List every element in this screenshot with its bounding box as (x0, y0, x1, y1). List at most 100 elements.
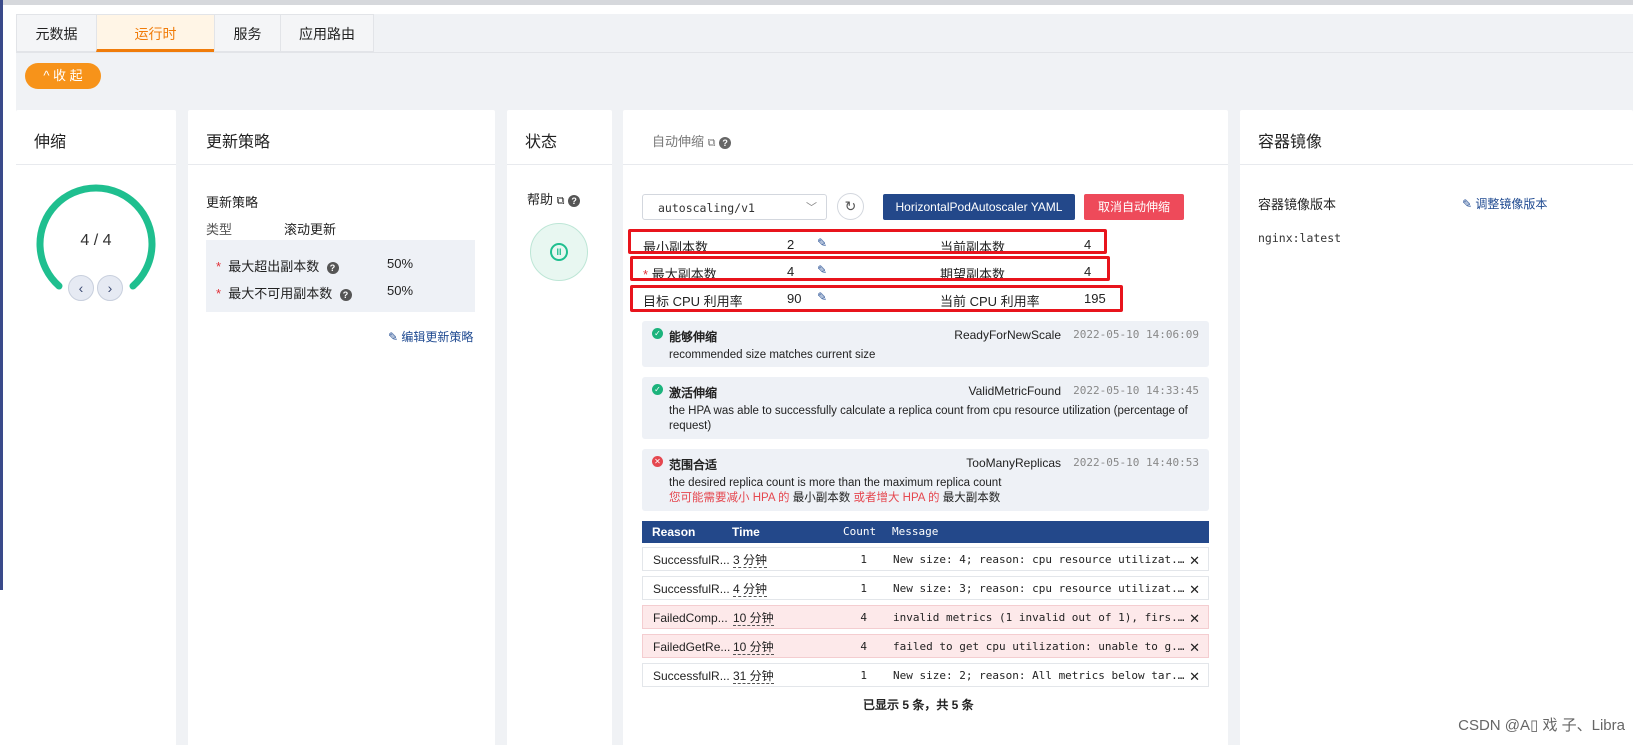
tab-app-route[interactable]: 应用路由 (280, 14, 374, 52)
watermark: CSDN @A▯ 戏 子、Libra (1458, 717, 1625, 734)
external-link-icon[interactable]: ⧉ (708, 137, 716, 149)
condition-reason: TooManyReplicas (966, 456, 1061, 470)
image-title: 容器镜像 (1258, 134, 1323, 151)
chevron-down-icon: ﹀ (806, 202, 817, 214)
event-count: 4 (860, 640, 867, 653)
pencil-icon: ✎ (388, 330, 399, 344)
type-label: 类型 (206, 222, 233, 237)
event-reason: SuccessfulR... (653, 669, 730, 683)
autoscale-title-text: 自动伸缩 (652, 134, 705, 149)
status-divider (507, 164, 612, 165)
highlight-box (630, 256, 1110, 281)
close-icon[interactable]: ✕ (1189, 553, 1200, 569)
refresh-icon[interactable]: ↻ (837, 193, 864, 220)
chevron-left-icon[interactable]: ‹ (68, 275, 94, 301)
required-mark: * (216, 259, 222, 274)
condition-card: ✓ 能够伸缩 ReadyForNewScale 2022-05-10 14:06… (642, 321, 1209, 367)
tab-bar: 元数据 运行时 服务 应用路由 (16, 14, 374, 52)
event-message: New size: 2; reason: All metrics below t… (893, 669, 1185, 682)
event-time: 10 分钟 (733, 612, 774, 626)
condition-card: ✓ 激活伸缩 ValidMetricFound 2022-05-10 14:33… (642, 377, 1209, 439)
max-surge-value: 50% (387, 256, 414, 271)
header-count: Count (843, 525, 877, 538)
condition-message: the HPA was able to successfully calcula… (669, 405, 1188, 432)
table-row: SuccessfulR... 3 分钟 1 New size: 4; reaso… (642, 547, 1209, 571)
strategy-params-box: * 最大超出副本数 ? 50% * 最大不可用副本数 ? 50% (206, 240, 475, 312)
event-time: 31 分钟 (733, 670, 774, 684)
image-version-label: 容器镜像版本 (1258, 197, 1337, 212)
close-icon[interactable]: ✕ (1189, 611, 1200, 627)
max-surge-label: * 最大超出副本数 ? (216, 256, 339, 275)
hpa-yaml-button[interactable]: HorizontalPodAutoscaler YAML (883, 194, 1075, 220)
max-unavailable-label: * 最大不可用副本数 ? (216, 283, 352, 302)
max-surge-text: 最大超出副本数 (228, 259, 320, 274)
close-icon[interactable]: ✕ (1189, 582, 1200, 598)
help-icon[interactable]: ? (568, 194, 581, 207)
container-image-card: 容器镜像 容器镜像版本 ✎ 调整镜像版本 nginx:latest (1240, 110, 1633, 750)
header-reason: Reason (652, 525, 696, 539)
replica-count: 4 / 4 (80, 232, 112, 249)
pencil-icon: ✎ (1462, 197, 1473, 211)
table-row: FailedComp... 10 分钟 4 invalid metrics (1… (642, 605, 1209, 629)
condition-message-text: the desired replica count is more than t… (669, 477, 1002, 489)
event-count: 1 (860, 669, 867, 682)
adjust-image-link[interactable]: ✎ 调整镜像版本 (1462, 195, 1547, 212)
edit-strategy-link[interactable]: ✎ 编辑更新策略 (388, 328, 473, 345)
hint-text: 最小副本数 (792, 492, 851, 504)
tab-service[interactable]: 服务 (214, 14, 280, 52)
event-time: 3 分钟 (733, 554, 768, 568)
events-footer: 已显示 5 条，共 5 条 (863, 698, 974, 712)
left-edge-bar (0, 0, 3, 590)
event-time: 10 分钟 (733, 641, 774, 655)
tabs-divider (16, 52, 1633, 53)
collapse-button[interactable]: ^ 收 起 (25, 63, 101, 89)
event-reason: SuccessfulR... (653, 582, 730, 596)
scale-title: 伸缩 (34, 134, 67, 151)
event-message: New size: 3; reason: cpu resource utiliz… (893, 582, 1185, 595)
image-divider (1240, 164, 1633, 165)
status-title: 状态 (525, 134, 558, 151)
close-icon[interactable]: ✕ (1189, 669, 1200, 685)
condition-time: 2022-05-10 14:33:45 (1073, 384, 1199, 397)
hint-text: 您可能需要减小 HPA 的 (669, 492, 790, 504)
condition-card: ✕ 范围合适 TooManyReplicas 2022-05-10 14:40:… (642, 449, 1209, 511)
top-border (0, 0, 1633, 5)
condition-hint: 您可能需要减小 HPA 的 最小副本数 或者增大 HPA 的 最大副本数 (669, 491, 1195, 506)
help-icon[interactable]: ? (339, 288, 352, 301)
hint-text: 最大副本数 (942, 492, 1001, 504)
update-strategy-card: 更新策略 更新策略 类型 滚动更新 * 最大超出副本数 ? 50% * 最大不可… (188, 110, 495, 750)
condition-time: 2022-05-10 14:40:53 (1073, 456, 1199, 469)
type-value: 滚动更新 (284, 222, 337, 237)
table-row: SuccessfulR... 31 分钟 1 New size: 2; reas… (642, 663, 1209, 687)
help-icon[interactable]: ? (326, 261, 339, 274)
max-unavailable-value: 50% (387, 283, 414, 298)
tab-metadata[interactable]: 元数据 (16, 14, 96, 52)
event-reason: FailedGetRe... (653, 640, 731, 654)
tab-runtime[interactable]: 运行时 (96, 14, 214, 52)
header-time: Time (732, 525, 760, 539)
status-card: 状态 帮助 ⧉ ? II (507, 110, 612, 750)
max-unavailable-text: 最大不可用副本数 (228, 286, 333, 301)
event-message: invalid metrics (1 invalid out of 1), fi… (893, 611, 1185, 624)
cancel-autoscale-button[interactable]: 取消自动伸缩 (1084, 194, 1184, 220)
api-version-select[interactable]: autoscaling/v1 ﹀ (642, 194, 827, 220)
check-circle-icon: ✓ (652, 328, 663, 339)
condition-reason: ReadyForNewScale (954, 328, 1061, 342)
chevron-right-icon[interactable]: › (97, 275, 123, 301)
pause-status[interactable]: II (530, 223, 588, 281)
autoscale-title: 自动伸缩 ⧉ ? (652, 131, 732, 150)
condition-title: 能够伸缩 (669, 330, 718, 344)
event-reason: SuccessfulR... (653, 553, 730, 567)
help-link[interactable]: 帮助 ⧉ ? (527, 189, 581, 208)
event-message: failed to get cpu utilization: unable to… (893, 640, 1185, 653)
condition-time: 2022-05-10 14:06:09 (1073, 328, 1199, 341)
table-row: SuccessfulR... 4 分钟 1 New size: 3; reaso… (642, 576, 1209, 600)
event-reason: FailedComp... (653, 611, 728, 625)
scale-divider (16, 164, 176, 165)
help-icon[interactable]: ? (719, 136, 732, 149)
condition-reason: ValidMetricFound (968, 384, 1061, 398)
check-circle-icon: ✓ (652, 384, 663, 395)
event-time: 4 分钟 (733, 583, 768, 597)
required-mark: * (216, 286, 222, 301)
close-icon[interactable]: ✕ (1189, 640, 1200, 656)
